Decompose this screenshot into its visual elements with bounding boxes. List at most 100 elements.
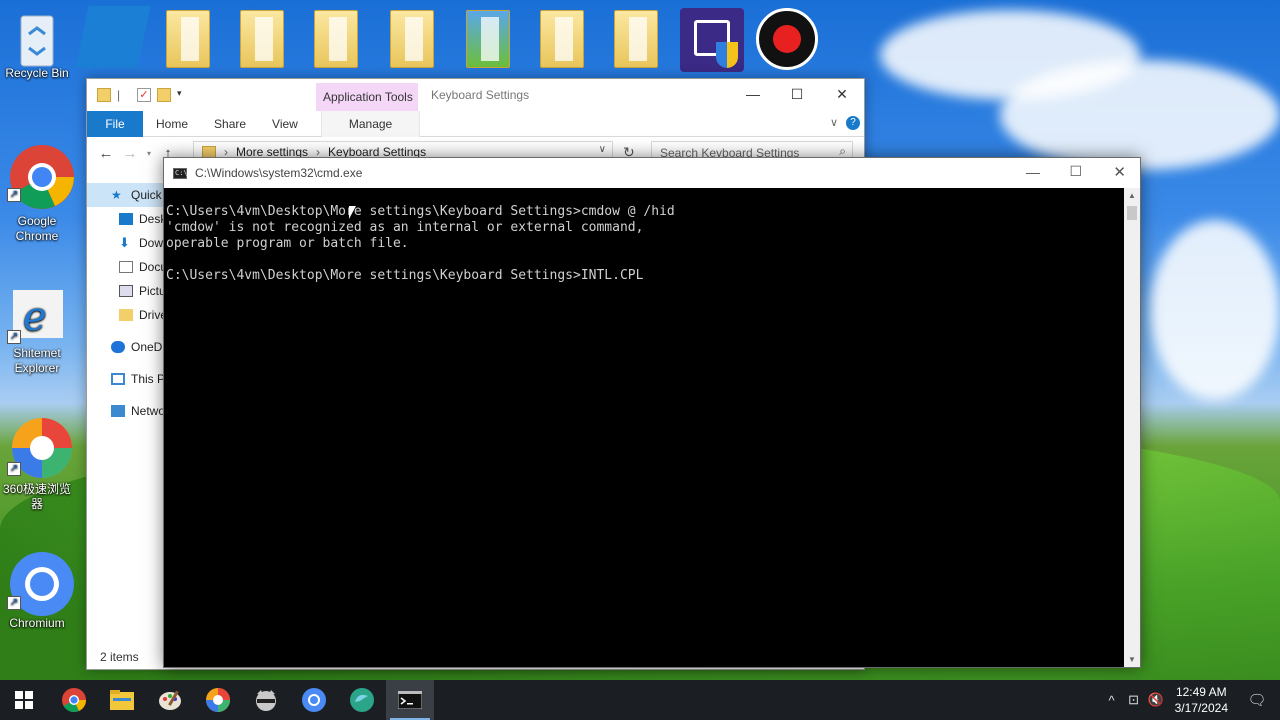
file-explorer-icon [110, 690, 134, 710]
help-icon[interactable]: ? [846, 116, 860, 130]
tab-view[interactable]: View [259, 111, 311, 137]
folder-icon[interactable] [166, 10, 210, 68]
scrollbar-thumb[interactable] [1127, 206, 1137, 220]
download-icon: ⬇ [119, 235, 130, 250]
nav-item-label: Quick [131, 188, 162, 202]
chevron-down-icon[interactable]: ▾ [177, 88, 191, 102]
desktop-icon-label: Google Chrome [15, 214, 59, 243]
uac-app-icon[interactable] [680, 8, 744, 72]
taskbar-chromium[interactable] [290, 680, 338, 720]
clock[interactable]: 12:49 AM 3/17/2024 [1175, 684, 1228, 716]
internet-explorer-icon: e ↗ [7, 286, 65, 344]
console-line: C:\Users\4vm\Desktop\More settings\Keybo… [166, 268, 644, 283]
nav-item-pictures[interactable]: Pictu [87, 279, 165, 303]
360-browser-icon: ↗ [7, 418, 72, 478]
folder-icon[interactable] [540, 10, 584, 68]
explorer-titlebar[interactable]: | ✓ ▾ Application Tools Keyboard Setting… [87, 79, 864, 111]
paint-icon [159, 690, 181, 710]
start-button[interactable] [0, 680, 48, 720]
folder-icon[interactable] [97, 88, 111, 102]
tab-manage[interactable]: Manage [320, 110, 421, 137]
taskbar-chrome[interactable] [50, 680, 98, 720]
nav-item-network[interactable]: Netwo [87, 399, 165, 423]
mouse-cursor-icon [348, 205, 357, 220]
nav-item-quick-access[interactable]: ★ Quick [87, 183, 165, 207]
nav-item-onedrive[interactable]: OneDr [87, 335, 165, 359]
cmd-icon [398, 691, 422, 709]
nav-item-label: Drive [139, 308, 165, 322]
close-button[interactable]: ✕ [1113, 163, 1126, 181]
taskbar-edge[interactable] [338, 680, 386, 720]
shortcut-arrow-icon: ↗ [7, 330, 21, 344]
scroll-up-icon[interactable]: ▲ [1124, 191, 1140, 200]
desktop-icon-google-chrome[interactable]: ↗ Google Chrome [0, 144, 74, 244]
scroll-down-icon[interactable]: ▼ [1124, 655, 1140, 664]
cmd-title: C:\Windows\system32\cmd.exe [195, 166, 363, 180]
shortcut-arrow-icon: ↗ [7, 462, 21, 476]
properties-icon[interactable]: ✓ [137, 88, 151, 102]
nav-item-documents[interactable]: Docu [87, 255, 165, 279]
status-bar: 2 items 1 [100, 650, 169, 664]
record-app-icon[interactable] [756, 8, 818, 70]
forward-icon[interactable]: → [118, 145, 142, 162]
tab-file[interactable]: File [87, 110, 143, 137]
console-output[interactable]: C:\Users\4vm\Desktop\More settings\Keybo… [164, 188, 1124, 667]
taskbar-360-browser[interactable] [194, 680, 242, 720]
cloud-icon [111, 341, 125, 353]
maximize-button[interactable]: ☐ [774, 79, 820, 109]
maximize-button[interactable]: ☐ [1069, 163, 1082, 180]
tab-share[interactable]: Share [201, 111, 259, 137]
chrome-icon: ↗ [7, 144, 74, 209]
chevron-up-icon[interactable]: ^ [1101, 693, 1123, 708]
minimize-button[interactable]: — [730, 79, 776, 109]
folder-icon[interactable] [314, 10, 358, 68]
nav-item-label: OneDr [131, 340, 165, 354]
command-prompt-window[interactable]: C:\ C:\Windows\system32\cmd.exe — ☐ ✕ C:… [163, 157, 1141, 668]
network-icon[interactable]: ⊡ [1123, 692, 1145, 708]
folder-icon [119, 309, 133, 321]
chevron-down-icon[interactable]: ▾ [142, 149, 156, 158]
image-folder-icon[interactable] [466, 10, 510, 68]
tab-home[interactable]: Home [143, 111, 201, 137]
nav-item-label: This P [131, 372, 165, 386]
pictures-icon [119, 285, 133, 297]
nav-item-desktop[interactable]: Deskt [87, 207, 165, 231]
desktop-icon-360-browser[interactable]: ↗ 360极速浏览器 [0, 418, 74, 512]
cmd-titlebar[interactable]: C:\ C:\Windows\system32\cmd.exe — ☐ ✕ [164, 158, 1140, 188]
vertical-scrollbar[interactable]: ▲ ▼ [1124, 188, 1140, 667]
clock-time: 12:49 AM [1175, 685, 1227, 699]
desktop-icon-internet-explorer[interactable]: e ↗ Shitemet Explorer [0, 286, 74, 376]
back-icon[interactable]: ← [94, 145, 118, 162]
app-shortcut-icon[interactable] [75, 6, 151, 68]
application-tools-tab: Application Tools [316, 83, 418, 111]
desktop-icon-chromium[interactable]: ↗ Chromium [0, 552, 74, 631]
nav-item-drive[interactable]: Drive [87, 303, 165, 327]
minimize-button[interactable]: — [1026, 164, 1040, 180]
taskbar-cat-app[interactable] [242, 680, 290, 720]
folder-icon[interactable] [390, 10, 434, 68]
desktop-icon-label: 360极速浏览器 [2, 482, 72, 511]
volume-muted-icon[interactable]: 🔇 [1145, 692, 1167, 708]
quick-access-toolbar: | ✓ ▾ [87, 88, 191, 102]
chevron-down-icon[interactable]: ∨ [599, 144, 606, 155]
edge-icon [350, 688, 374, 712]
cmd-icon: C:\ [173, 167, 188, 179]
new-folder-icon[interactable] [157, 88, 171, 102]
chevron-down-icon[interactable]: ∨ [830, 116, 838, 129]
nav-item-downloads[interactable]: ⬇ Dow [87, 231, 165, 255]
taskbar-file-explorer[interactable] [98, 680, 146, 720]
close-button[interactable]: ✕ [819, 79, 865, 109]
clock-date: 3/17/2024 [1174, 701, 1228, 715]
nav-item-this-pc[interactable]: This P [87, 367, 165, 391]
desktop-icon-recycle-bin[interactable]: Recycle Bin [0, 8, 74, 81]
folder-icon[interactable] [614, 10, 658, 68]
shortcut-arrow-icon: ↗ [7, 596, 21, 610]
folder-icon[interactable] [240, 10, 284, 68]
console-line: operable program or batch file. [166, 236, 409, 251]
system-tray: ^ ⊡ 🔇 12:49 AM 3/17/2024 🗨 [1101, 680, 1280, 720]
taskbar-paint[interactable] [146, 680, 194, 720]
taskbar-cmd[interactable] [386, 680, 434, 720]
navigation-pane: ★ Quick Deskt ⬇ Dow Docu Pictu Drive OneDr… [87, 183, 165, 423]
notification-icon[interactable]: 🗨 [1246, 691, 1268, 709]
nav-item-label: Deskt [139, 212, 165, 226]
